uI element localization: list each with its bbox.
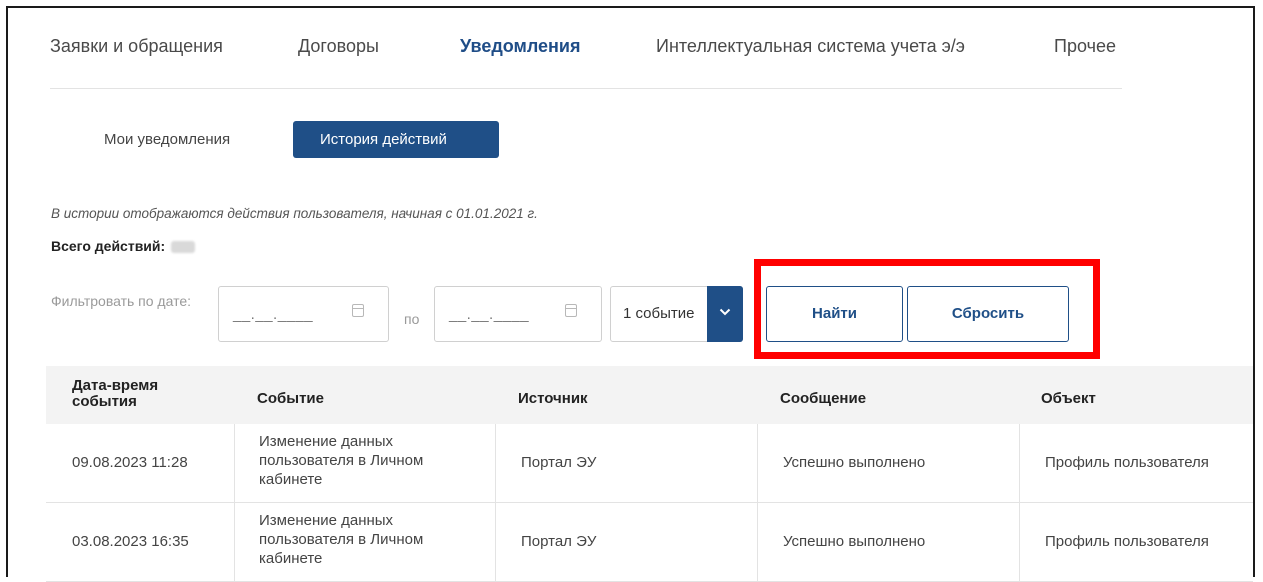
nav-item-notifications[interactable]: Уведомления bbox=[460, 36, 581, 57]
calendar-icon[interactable] bbox=[565, 304, 577, 317]
cell-event-text: Изменение данных пользователя в Личном к… bbox=[259, 512, 424, 567]
history-info-text: В истории отображаются действия пользова… bbox=[51, 206, 538, 221]
date-from-input[interactable]: __.__.____ bbox=[218, 286, 389, 342]
date-from-placeholder: __.__.____ bbox=[233, 306, 314, 323]
date-filter-label: Фильтровать по дате: bbox=[51, 293, 192, 309]
chevron-down-icon bbox=[719, 308, 731, 316]
cell-event: Изменение данных пользователя в Личном к… bbox=[234, 424, 495, 502]
cell-object: Профиль пользователя bbox=[1019, 503, 1253, 581]
date-to-input[interactable]: __.__.____ bbox=[434, 286, 602, 342]
cell-message: Успешно выполнено bbox=[757, 503, 1019, 581]
column-header-message: Сообщение bbox=[780, 390, 867, 407]
calendar-icon[interactable] bbox=[352, 304, 364, 317]
cell-source: Портал ЭУ bbox=[495, 424, 757, 502]
cell-source: Портал ЭУ bbox=[495, 503, 757, 581]
tab-my-notifications[interactable]: Мои уведомления bbox=[104, 121, 230, 158]
cell-object: Профиль пользователя bbox=[1019, 424, 1253, 502]
cell-object-text: Профиль пользователя bbox=[1045, 533, 1209, 550]
column-header-event: Событие bbox=[257, 390, 324, 407]
nav-item-contracts[interactable]: Договоры bbox=[298, 36, 379, 57]
table-header: Дата-время события Событие Источник Сооб… bbox=[46, 366, 1253, 424]
cell-message: Успешно выполнено bbox=[757, 424, 1019, 502]
date-range-separator: по bbox=[404, 311, 420, 327]
event-count-select[interactable]: 1 событие bbox=[610, 286, 743, 342]
column-header-datetime: Дата-время события bbox=[72, 377, 159, 410]
date-to-placeholder: __.__.____ bbox=[449, 306, 530, 323]
column-header-source: Источник bbox=[518, 390, 588, 407]
cell-datetime-text: 03.08.2023 16:35 bbox=[72, 533, 189, 550]
total-actions-label: Всего действий: bbox=[51, 238, 166, 254]
cell-datetime: 09.08.2023 11:28 bbox=[46, 424, 234, 502]
nav-item-metering-system[interactable]: Интеллектуальная система учета э/э bbox=[656, 36, 965, 57]
top-navigation: Заявки и обращения Договоры Уведомления … bbox=[50, 30, 1122, 89]
cell-datetime: 03.08.2023 16:35 bbox=[46, 503, 234, 581]
event-count-select-value: 1 событие bbox=[623, 305, 695, 322]
nav-item-requests[interactable]: Заявки и обращения bbox=[50, 36, 223, 57]
cell-message-text: Успешно выполнено bbox=[783, 533, 926, 550]
cell-source-text: Портал ЭУ bbox=[521, 454, 597, 471]
highlight-box bbox=[754, 259, 1100, 359]
dropdown-toggle[interactable] bbox=[707, 286, 743, 342]
cell-message-text: Успешно выполнено bbox=[783, 454, 926, 471]
tab-action-history[interactable]: История действий bbox=[293, 121, 499, 158]
table-row[interactable]: 09.08.2023 11:28 Изменение данных пользо… bbox=[46, 424, 1253, 503]
column-header-object: Объект bbox=[1041, 390, 1096, 407]
cell-object-text: Профиль пользователя bbox=[1045, 454, 1209, 471]
table-row[interactable]: 03.08.2023 16:35 Изменение данных пользо… bbox=[46, 503, 1253, 582]
cell-event-text: Изменение данных пользователя в Личном к… bbox=[259, 433, 424, 488]
total-actions-value-redacted bbox=[171, 241, 196, 254]
cell-datetime-text: 09.08.2023 11:28 bbox=[72, 454, 188, 471]
total-actions: Всего действий: bbox=[51, 238, 196, 254]
cell-source-text: Портал ЭУ bbox=[521, 533, 597, 550]
nav-item-other[interactable]: Прочее bbox=[1054, 36, 1116, 57]
cell-event: Изменение данных пользователя в Личном к… bbox=[234, 503, 495, 581]
